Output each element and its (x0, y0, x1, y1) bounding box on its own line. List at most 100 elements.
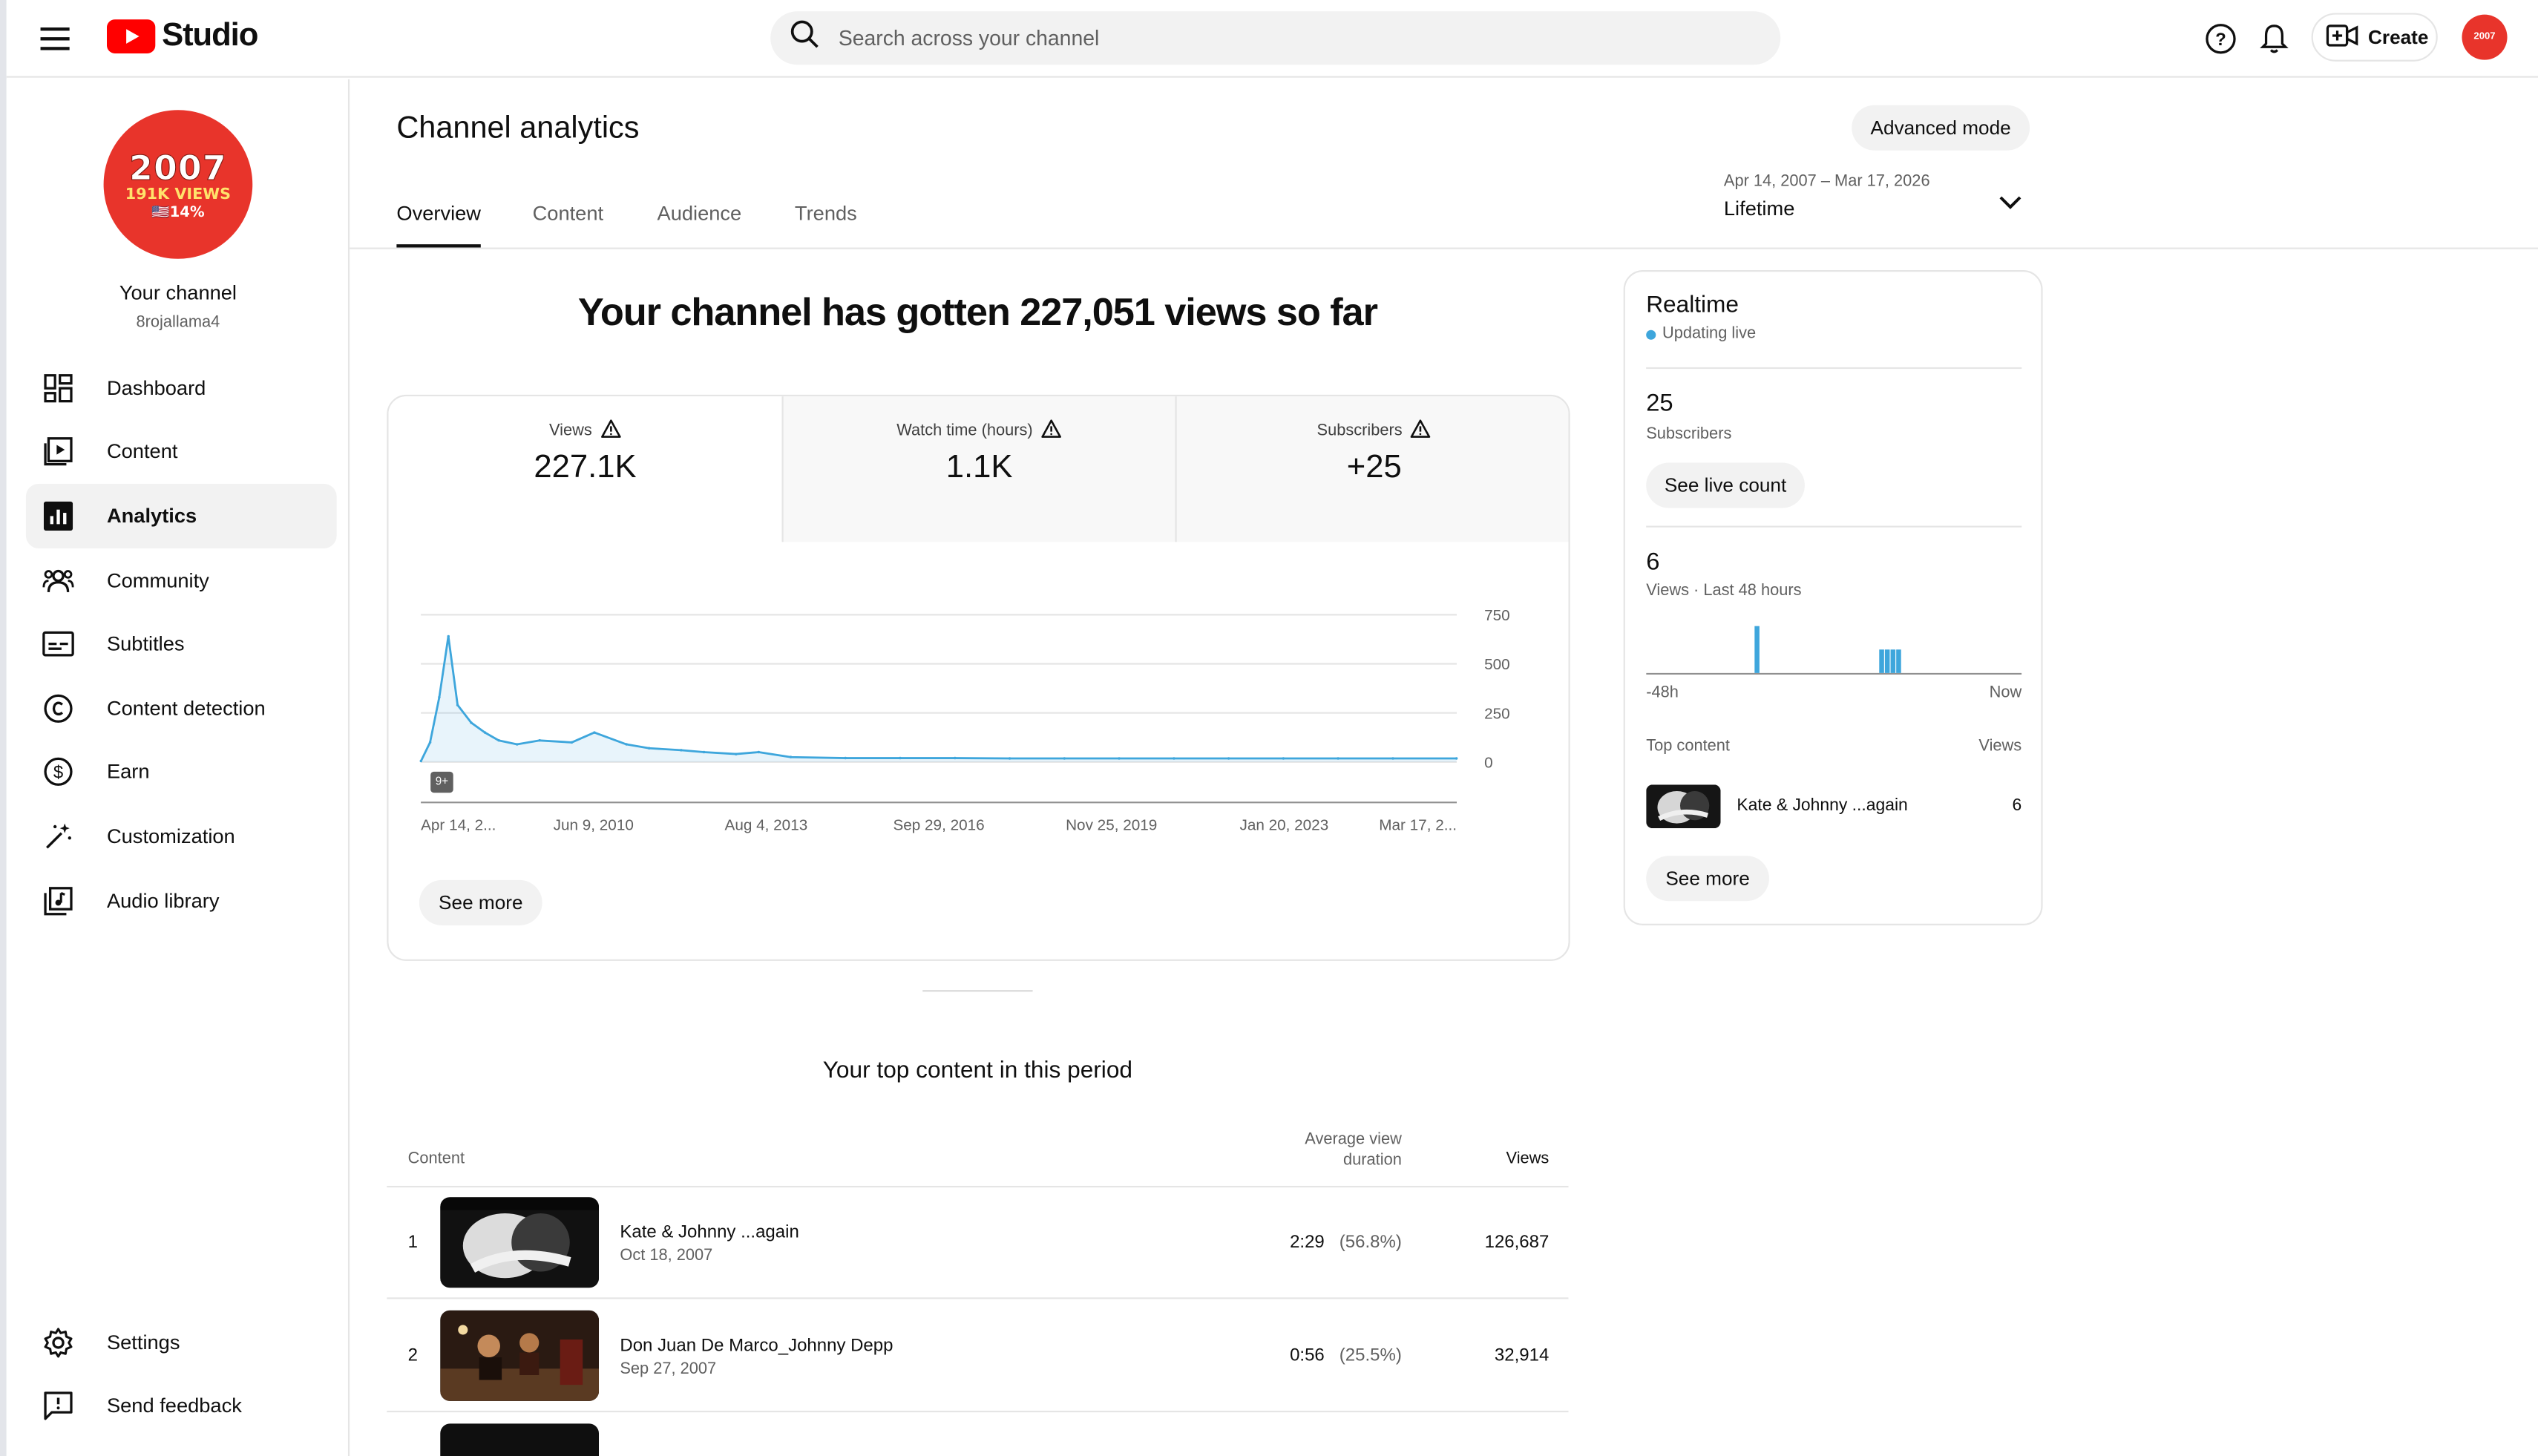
channel-name: Your channel (119, 281, 237, 304)
x-tick-label: Mar 17, 2... (1379, 816, 1457, 833)
hamburger-menu-icon[interactable] (33, 16, 78, 62)
data-point (538, 738, 541, 742)
sidebar-item-customization[interactable]: Customization (26, 804, 337, 868)
see-live-count-button[interactable]: See live count (1646, 462, 1805, 508)
content-icon (42, 435, 75, 468)
x-tick-label: Jun 9, 2010 (554, 816, 634, 833)
y-tick-label: 250 (1484, 705, 1510, 722)
studio-logo[interactable]: Studio (106, 13, 258, 58)
metric-tab-subscribers[interactable]: Subscribers +25 (1175, 396, 1569, 542)
metric-value: 1.1K (945, 450, 1013, 485)
sidebar-item-label: Settings (106, 1331, 180, 1354)
tab-overview[interactable]: Overview (396, 203, 481, 248)
row-divider (387, 1185, 1569, 1188)
account-avatar[interactable]: 2007 (2462, 14, 2508, 60)
sidebar-item-content-detection[interactable]: Content detection (26, 676, 337, 741)
overview-chart-card: Views 227.1K Watch time (hours) 1.1K Sub… (387, 394, 1570, 961)
metric-tab-watch-time[interactable]: Watch time (hours) 1.1K (781, 396, 1175, 542)
sidebar-item-community[interactable]: Community (26, 548, 337, 613)
logo-text: Studio (162, 16, 258, 53)
sidebar-item-label: Community (106, 569, 209, 592)
data-point (447, 634, 450, 638)
x-tick-label: Aug 4, 2013 (725, 816, 808, 833)
search-bar[interactable] (770, 11, 1781, 65)
data-point (844, 756, 847, 760)
realtime-title: Realtime (1646, 292, 1739, 319)
create-button[interactable]: Create (2311, 13, 2438, 62)
data-point (470, 721, 473, 724)
column-header-content: Content (407, 1150, 465, 1168)
channel-avatar[interactable]: 2007 191K VIEWS 🇺🇸14% (103, 110, 253, 259)
sidebar-item-label: Content (106, 439, 178, 463)
video-thumbnail[interactable] (440, 1197, 600, 1288)
avg-view-duration: 2:29 (56.8%) (1256, 1233, 1402, 1252)
realtime-bar (1884, 649, 1890, 673)
tab-trends[interactable]: Trends (795, 203, 857, 248)
chevron-down-icon[interactable] (1994, 186, 2027, 219)
advanced-mode-button[interactable]: Advanced mode (1852, 105, 2030, 151)
x-tick-label: Apr 14, 2... (421, 816, 496, 833)
date-range-label[interactable]: Lifetime (1724, 197, 1794, 220)
help-icon[interactable]: ? (2200, 18, 2242, 60)
avatar-views: 191K VIEWS (125, 185, 232, 203)
video-title[interactable]: Don Juan De Marco_Johnny Depp (620, 1337, 893, 1356)
views-line-chart[interactable]: 750 500 250 0 Apr 14, 2... Jun 9, 2010 Aug 4, … (388, 591, 1570, 850)
see-more-button[interactable]: See more (419, 879, 542, 925)
tab-audience[interactable]: Audience (658, 203, 742, 248)
sidebar-item-audio-library[interactable]: Audio library (26, 869, 337, 934)
data-point (1391, 757, 1394, 760)
video-title[interactable]: Kate & Johnny ...again (620, 1223, 799, 1242)
tab-content[interactable]: Content (533, 203, 603, 248)
search-input[interactable] (838, 25, 1681, 50)
realtime-top-title[interactable]: Kate & Johnny ...again (1737, 796, 1907, 816)
warning-icon[interactable] (600, 419, 621, 444)
sidebar-item-send-feedback[interactable]: Send feedback (26, 1374, 337, 1438)
sidebar-item-dashboard[interactable]: Dashboard (26, 356, 337, 421)
avatar-text: 2007 (2473, 32, 2496, 42)
metric-tab-views[interactable]: Views 227.1K (388, 396, 782, 542)
data-point (483, 731, 487, 734)
warning-icon[interactable] (1411, 419, 1432, 444)
x-tick-label: Jan 20, 2023 (1239, 816, 1328, 833)
search-icon (790, 19, 819, 56)
row-divider (387, 1410, 1569, 1413)
column-header-views[interactable]: Views (1452, 1150, 1550, 1168)
realtime-subscribers-label: Subscribers (1646, 425, 1732, 444)
data-point (680, 749, 683, 752)
video-thumbnail[interactable] (440, 1423, 600, 1456)
svg-text:$: $ (53, 763, 63, 783)
sidebar-item-subtitles[interactable]: Subtitles (26, 611, 337, 676)
sidebar-item-settings[interactable]: Settings (26, 1311, 337, 1375)
column-header-avg-duration[interactable]: Average view duration (1256, 1129, 1402, 1172)
y-tick-label: 750 (1484, 607, 1510, 624)
date-range-text[interactable]: Apr 14, 2007 – Mar 17, 2026 (1724, 173, 1930, 191)
data-point (735, 752, 738, 755)
realtime-views-label: Views · Last 48 hours (1646, 582, 1802, 600)
page-title: Channel analytics (396, 111, 640, 146)
row-rank: 2 (407, 1345, 419, 1365)
metric-label: Subscribers (1316, 422, 1403, 440)
row-divider (387, 1297, 1569, 1299)
sidebar-item-content[interactable]: Content (26, 419, 337, 484)
dashboard-icon (42, 372, 75, 404)
data-point (438, 695, 441, 699)
data-point (1282, 757, 1285, 760)
data-point (1008, 757, 1011, 760)
video-views: 126,687 (1484, 1233, 1550, 1253)
data-point (1455, 757, 1458, 760)
sidebar-item-analytics[interactable]: Analytics (25, 483, 337, 549)
video-date: Oct 18, 2007 (620, 1247, 713, 1265)
realtime-top-thumbnail[interactable] (1646, 784, 1721, 829)
video-thumbnail[interactable] (440, 1310, 600, 1401)
realtime-see-more-button[interactable]: See more (1646, 856, 1769, 902)
annotation-badge[interactable]: 9+ (430, 771, 453, 793)
avatar-percent: 🇺🇸14% (151, 204, 205, 221)
tabs-divider (350, 247, 2538, 249)
realtime-views-bar-chart[interactable] (1646, 618, 2022, 676)
sidebar-item-earn[interactable]: $ Earn (26, 739, 337, 804)
metric-label: Watch time (hours) (896, 422, 1033, 440)
warning-icon[interactable] (1041, 419, 1062, 444)
realtime-bar (1879, 649, 1884, 673)
notifications-bell-icon[interactable] (2253, 18, 2295, 60)
data-point (1173, 757, 1175, 760)
